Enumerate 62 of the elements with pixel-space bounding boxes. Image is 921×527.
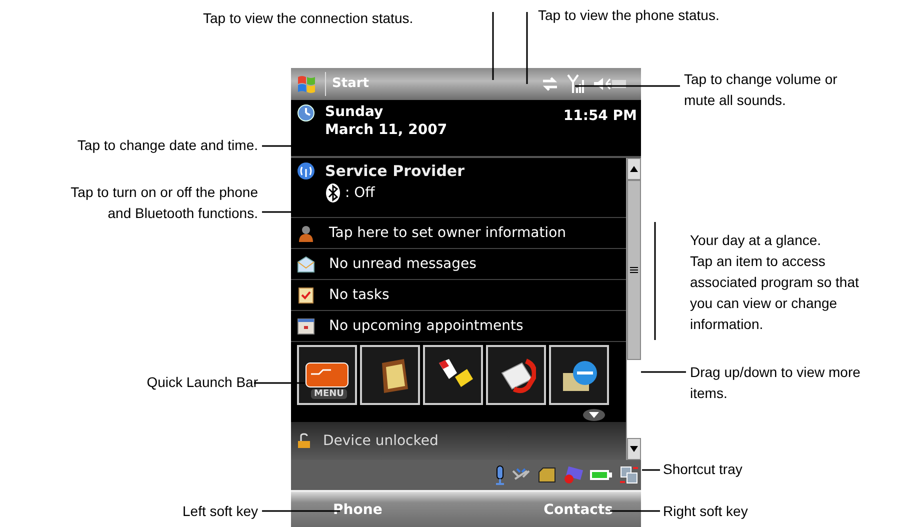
leader-line [642, 469, 660, 471]
phone-soft-key[interactable]: Phone [333, 502, 382, 518]
bluetooth-icon [325, 183, 341, 203]
item-text: No upcoming appointments [329, 318, 524, 334]
callout-text: Tap to change volume or mute all sounds. [684, 70, 838, 110]
device-lock-row[interactable]: Device unlocked [291, 422, 626, 460]
scroll-bar[interactable] [626, 158, 641, 460]
callout-text: Tap to turn on or off the phone and Bluetooth functions. [70, 183, 258, 223]
scroll-thumb[interactable] [627, 180, 641, 360]
item-text: No tasks [329, 287, 390, 303]
bluetooth-status-text: : Off [345, 185, 375, 201]
leader-line [492, 12, 494, 80]
clipboard-icon [297, 286, 315, 304]
antenna-icon [297, 162, 315, 180]
today-item[interactable]: No upcoming appointments [291, 311, 626, 342]
service-provider-text: Service Provider [325, 162, 465, 180]
contacts-soft-key[interactable]: Contacts [544, 502, 613, 518]
time-text: 11:54 PM [563, 107, 637, 126]
speaker-icon[interactable] [593, 76, 627, 92]
date-text: March 11, 2007 [325, 122, 448, 138]
clock-icon [297, 104, 315, 122]
leader-line [610, 510, 660, 512]
battery-icon[interactable] [589, 469, 613, 481]
signal-icon[interactable] [567, 74, 585, 94]
memory-card-icon[interactable] [537, 466, 557, 484]
menu-label: MENU [311, 389, 347, 399]
envelope-icon [297, 255, 315, 273]
phone-receiver-shortcut[interactable] [486, 345, 546, 405]
leader-line [641, 371, 686, 373]
grip-icon [630, 267, 638, 273]
person-icon [297, 224, 315, 242]
callout-text: Tap to change date and time. [77, 136, 258, 155]
switch-windows-icon[interactable] [619, 465, 639, 485]
service-row[interactable]: Service Provider : Off [291, 158, 626, 218]
callout-text: Tap to view the connection status. [203, 9, 414, 28]
calendar-icon [297, 317, 315, 335]
item-text: Tap here to set owner information [329, 225, 566, 241]
day-text: Sunday [325, 104, 384, 120]
pencil-shortcut[interactable] [423, 345, 483, 405]
callout-text: Shortcut tray [663, 460, 742, 479]
picture-frame-shortcut[interactable] [360, 345, 420, 405]
today-item[interactable]: No unread messages [291, 249, 626, 280]
item-text: No unread messages [329, 256, 476, 272]
device-status-text: Device unlocked [323, 433, 438, 449]
callout-text: Your day at a glance. Tap an item to access associated program so that you can view or change information. [690, 231, 859, 334]
padlock-icon [297, 433, 311, 449]
callout-text: Drag up/down to view more items. [690, 363, 860, 403]
microphone-icon[interactable] [495, 465, 505, 485]
today-item[interactable]: Tap here to set owner information [291, 218, 626, 249]
connection-arrows-icon[interactable] [541, 76, 559, 92]
callout-text: Quick Launch Bar [146, 373, 258, 392]
callout-text: Right soft key [663, 502, 748, 521]
menu-shortcut[interactable]: MENU [297, 345, 357, 405]
up-arrow-icon[interactable] [630, 166, 638, 172]
down-arrow-icon[interactable] [630, 446, 638, 452]
leader-line [526, 12, 528, 84]
callout-text: Left soft key [182, 502, 258, 521]
menu-logo-icon [305, 362, 349, 388]
today-item[interactable]: No tasks [291, 280, 626, 311]
date-time-row[interactable]: Sunday March 11, 2007 11:54 PM [291, 100, 641, 158]
scroll-down-icon[interactable] [582, 408, 606, 422]
callout-text: Tap to view the phone status. [538, 6, 720, 25]
